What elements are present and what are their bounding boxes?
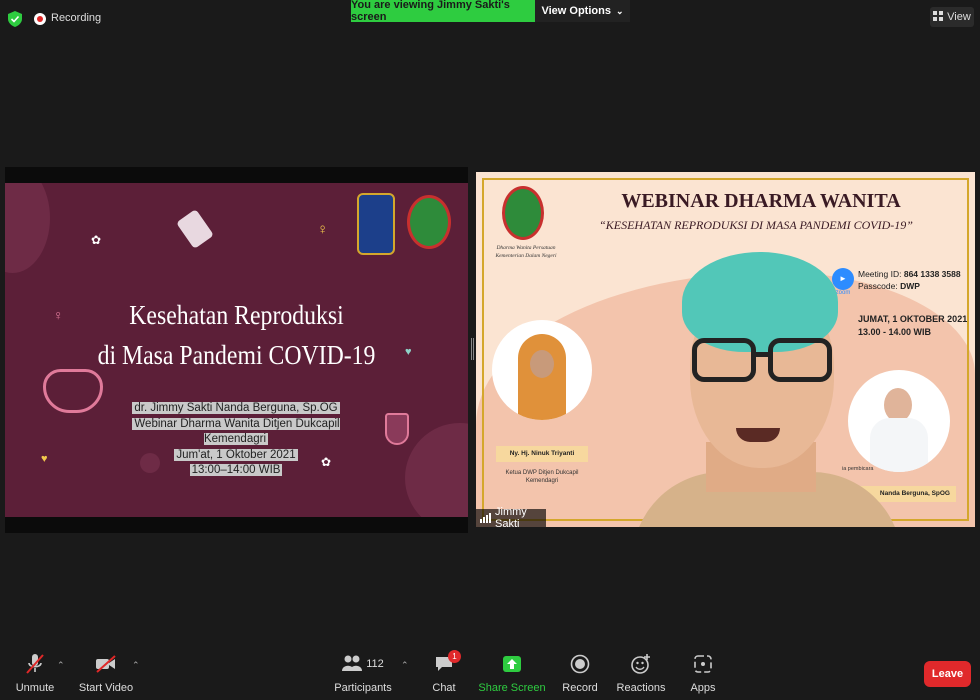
participants-button[interactable]: 112 Participants	[334, 652, 392, 694]
record-button[interactable]: Record	[562, 652, 598, 694]
splitter-handle[interactable]	[471, 338, 474, 360]
leave-button[interactable]: Leave	[924, 661, 971, 687]
participants-options-chevron-icon[interactable]: ⌃	[401, 660, 409, 671]
view-label: View	[947, 11, 971, 23]
start-video-label: Start Video	[78, 682, 134, 694]
chat-badge: 1	[448, 650, 461, 663]
presentation-slide: ✿ ✿ ♥ ♥ ♀ ♀ Kesehatan Reproduksi di Masa…	[5, 183, 468, 517]
reactions-label: Reactions	[616, 682, 666, 694]
poster-org: Dharma Wanita Persatuan Kementerian Dala…	[486, 244, 566, 260]
dharma-wanita-logo	[502, 186, 544, 240]
view-options-button[interactable]: View Options ⌄	[535, 0, 630, 22]
view-button[interactable]: View	[930, 7, 974, 27]
meeting-id-label: Meeting ID:	[858, 269, 902, 279]
speaker1-role-line2: Kemendagri	[525, 478, 559, 484]
surgical-cap	[682, 252, 838, 352]
participants-count: 112	[366, 658, 384, 670]
poster-org-line2: Kementerian Dalam Negeri	[495, 253, 557, 259]
pill-pack-icon	[175, 209, 215, 249]
apps-icon	[694, 652, 712, 676]
audio-options-chevron-icon[interactable]: ⌃	[57, 660, 65, 671]
slide-presenter: dr. Jimmy Sakti Nanda Berguna, Sp.OG	[132, 402, 340, 414]
unmute-button[interactable]: Unmute	[15, 652, 55, 694]
passcode-label: Passcode:	[858, 281, 898, 291]
share-screen-icon	[502, 652, 522, 676]
record-icon	[570, 652, 590, 676]
poster-org-line1: Dharma Wanita Persatuan	[496, 245, 556, 251]
ministry-logo	[357, 193, 395, 255]
unmute-label: Unmute	[15, 682, 55, 694]
recording-icon	[34, 13, 46, 25]
uterus-icon	[43, 369, 103, 413]
participant-name-tag: Jimmy Sakti	[476, 506, 546, 530]
apps-button[interactable]: Apps	[690, 652, 716, 694]
speaker1-role-line1: Ketua DWP Ditjen Dukcapil	[505, 470, 579, 476]
flower-icon: ✿	[91, 233, 102, 247]
security-shield-icon[interactable]	[8, 11, 22, 27]
signal-bars-icon	[480, 513, 491, 523]
slide-title: Kesehatan Reproduksi di Masa Pandemi COV…	[33, 295, 440, 375]
chat-icon: 1	[435, 650, 461, 676]
speaker1-photo	[492, 320, 592, 420]
decor-blob	[5, 183, 50, 273]
participants-icon-wrap: 112	[342, 652, 384, 676]
viewing-screen-banner: You are viewing Jimmy Sakti's screen	[351, 0, 535, 23]
video-options-chevron-icon[interactable]: ⌃	[132, 660, 140, 671]
meeting-info: Meeting ID: 864 1338 3588 Passcode: DWP	[858, 268, 961, 292]
slide-title-line1: Kesehatan Reproduksi	[129, 300, 344, 330]
slide-title-line2: di Masa Pandemi COVID-19	[97, 340, 376, 370]
participant-video[interactable]: Dharma Wanita Persatuan Kementerian Dala…	[476, 172, 975, 527]
poster-date: JUMAT, 1 OKTOBER 2021	[858, 314, 968, 324]
speaker1-name: Ny. Hj. Ninuk Triyanti	[496, 446, 588, 462]
chevron-down-icon: ⌄	[615, 5, 624, 16]
speaker2-tag: ia pembicara	[842, 466, 874, 472]
passcode: DWP	[900, 281, 920, 291]
grid-icon	[933, 10, 944, 24]
poster-title: WEBINAR DHARMA WANITA	[621, 190, 901, 212]
heart-icon: ♥	[41, 453, 48, 465]
dharma-wanita-logo	[407, 195, 451, 249]
microphone-muted-icon	[26, 652, 44, 676]
poster-time: 13.00 - 14.00 WIB	[858, 327, 932, 337]
share-screen-button[interactable]: Share Screen	[478, 652, 546, 694]
meeting-id: 864 1338 3588	[903, 269, 961, 279]
zoom-logo: ►	[832, 268, 854, 290]
view-options-label: View Options	[541, 5, 611, 17]
slide-date: Jum'at, 1 Oktober 2021	[174, 448, 298, 461]
chat-button[interactable]: 1 Chat	[431, 650, 461, 694]
recording-label: Recording	[51, 12, 102, 24]
share-screen-label: Share Screen	[478, 682, 546, 694]
participants-label: Participants	[334, 682, 392, 694]
reactions-icon	[631, 652, 651, 676]
shared-screen[interactable]: ✿ ✿ ♥ ♥ ♀ ♀ Kesehatan Reproduksi di Masa…	[5, 167, 468, 533]
chat-label: Chat	[432, 682, 456, 694]
start-video-button[interactable]: Start Video	[78, 652, 134, 694]
poster-subtitle: “KESEHATAN REPRODUKSI DI MASA PANDEMI CO…	[599, 218, 913, 232]
female-symbol-icon: ♀	[317, 221, 329, 238]
speaker1-role: Ketua DWP Ditjen Dukcapil Kemendagri	[492, 469, 592, 485]
apps-label: Apps	[690, 682, 716, 694]
record-label: Record	[562, 682, 598, 694]
slide-time: 13:00–14:00 WIB	[189, 464, 283, 476]
reactions-button[interactable]: Reactions	[616, 652, 666, 694]
slide-event: Webinar Dharma Wanita Ditjen Dukcapil Ke…	[132, 417, 340, 445]
slide-info: dr. Jimmy Sakti Nanda Berguna, Sp.OG Web…	[100, 401, 372, 479]
participants-icon	[342, 655, 363, 674]
video-camera-off-icon	[95, 652, 117, 676]
decor-blob	[405, 423, 468, 517]
participant-name: Jimmy Sakti	[495, 506, 527, 530]
glasses	[692, 338, 834, 386]
menstrual-cup-icon	[385, 413, 409, 445]
speaker2-photo	[848, 370, 950, 472]
